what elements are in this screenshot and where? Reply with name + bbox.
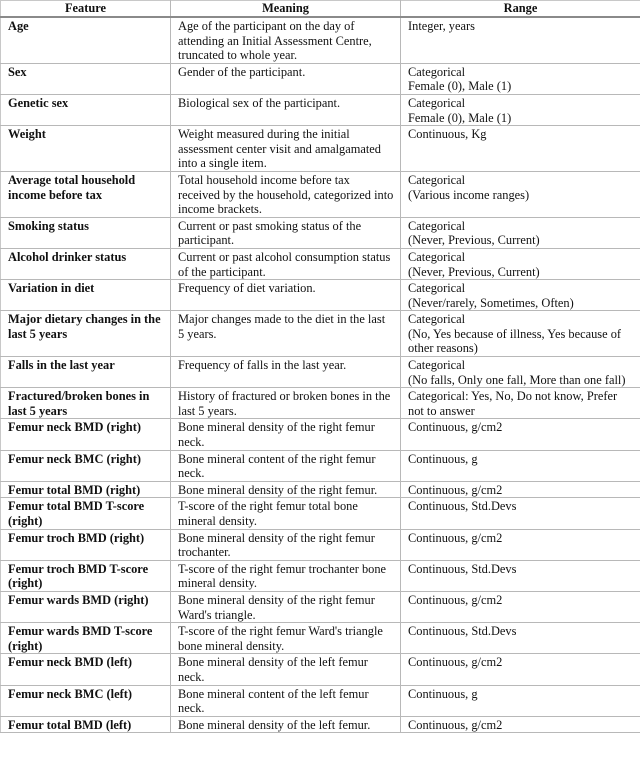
feature-cell: Smoking status — [0, 216, 171, 249]
range-cell: Categorical (Never/rarely, Sometimes, Of… — [400, 279, 640, 312]
range-cell: Continuous, g/cm2 — [400, 653, 640, 686]
table-row: Femur total BMD T-score (right) T-score o… — [0, 497, 640, 530]
feature-cell: Femur total BMD (left) — [0, 715, 171, 734]
feature-cell: Femur neck BMD (right) — [0, 418, 171, 451]
feature-cell: Fractured/broken bones in last 5 years — [0, 387, 171, 420]
range-cell: Integer, years — [400, 16, 640, 64]
table-row: Femur neck BMC (right) Bone mineral conte… — [0, 449, 640, 482]
feature-cell: Femur troch BMD T-score (right) — [0, 559, 171, 592]
meaning-cell: Weight measured during the initial asses… — [170, 125, 401, 172]
range-cell: Continuous, g/cm2 — [400, 480, 640, 499]
feature-cell: Femur wards BMD T-score (right) — [0, 622, 171, 655]
range-cell: Continuous, g/cm2 — [400, 590, 640, 624]
feature-cell: Age — [0, 16, 171, 64]
meaning-cell: Bone mineral density of the right femur. — [170, 480, 401, 499]
meaning-cell: Frequency of diet variation. — [170, 279, 401, 312]
header-row: Feature Meaning Range — [0, 0, 640, 18]
meaning-cell: T-score of the right femur total bone mi… — [170, 497, 401, 530]
range-cell: Categorical (Various income ranges) — [400, 170, 640, 218]
table-row: Femur troch BMD T-score (right) T-score o… — [0, 559, 640, 592]
meaning-cell: Current or past alcohol consumption stat… — [170, 247, 401, 281]
meaning-cell: T-score of the right femur Ward's triang… — [170, 622, 401, 655]
feature-table: Feature Meaning Range Age Age of the part… — [0, 0, 640, 734]
table-row: Femur wards BMD (right) Bone mineral dens… — [0, 590, 640, 624]
feature-cell: Falls in the last year — [0, 356, 171, 389]
meaning-cell: T-score of the right femur trochanter bo… — [170, 559, 401, 592]
table-row: Age Age of the participant on the day of … — [0, 16, 640, 64]
feature-cell: Femur total BMD (right) — [0, 480, 171, 499]
feature-cell: Femur neck BMC (left) — [0, 684, 171, 717]
meaning-cell: Bone mineral content of the left femur n… — [170, 684, 401, 717]
range-cell: Categorical Female (0), Male (1) — [400, 93, 640, 127]
feature-cell: Variation in diet — [0, 279, 171, 312]
range-cell: Categorical (No falls, Only one fall, Mo… — [400, 356, 640, 389]
range-cell: Continuous, Kg — [400, 125, 640, 172]
table-row: Sex Gender of the participant. Categorical… — [0, 62, 640, 95]
table-row: Femur total BMD (left) Bone mineral densi… — [0, 715, 640, 734]
feature-cell: Alcohol drinker status — [0, 247, 171, 281]
table-row: Femur troch BMD (right) Bone mineral dens… — [0, 528, 640, 561]
range-cell: Continuous, Std.Devs — [400, 559, 640, 592]
feature-cell: Femur troch BMD (right) — [0, 528, 171, 561]
feature-cell: Major dietary changes in the last 5 year… — [0, 310, 171, 358]
table-row: Falls in the last year Frequency of falls… — [0, 356, 640, 389]
feature-cell: Weight — [0, 125, 171, 172]
table-row: Femur neck BMC (left) Bone mineral conten… — [0, 684, 640, 717]
table-row: Smoking status Current or past smoking st… — [0, 216, 640, 249]
feature-cell: Sex — [0, 62, 171, 95]
feature-cell: Femur neck BMD (left) — [0, 653, 171, 686]
range-cell: Categorical: Yes, No, Do not know, Prefe… — [400, 387, 640, 420]
meaning-cell: History of fractured or broken bones in … — [170, 387, 401, 420]
range-cell: Categorical Female (0), Male (1) — [400, 62, 640, 95]
table-row: Major dietary changes in the last 5 year… — [0, 310, 640, 358]
range-cell: Continuous, Std.Devs — [400, 622, 640, 655]
meaning-cell: Total household income before tax receiv… — [170, 170, 401, 218]
header-range: Range — [400, 0, 640, 18]
table-row: Variation in diet Frequency of diet varia… — [0, 279, 640, 312]
table-row: Femur wards BMD T-score (right) T-score o… — [0, 622, 640, 655]
table-row: Fractured/broken bones in last 5 years Hi… — [0, 387, 640, 420]
meaning-cell: Major changes made to the diet in the la… — [170, 310, 401, 358]
feature-cell: Genetic sex — [0, 93, 171, 127]
meaning-cell: Current or past smoking status of the pa… — [170, 216, 401, 249]
feature-cell: Average total household income before ta… — [0, 170, 171, 218]
table-row: Femur total BMD (right) Bone mineral dens… — [0, 480, 640, 499]
range-cell: Continuous, g/cm2 — [400, 528, 640, 561]
range-cell: Categorical (No, Yes because of illness,… — [400, 310, 640, 358]
range-cell: Continuous, g — [400, 684, 640, 717]
feature-cell: Femur neck BMC (right) — [0, 449, 171, 482]
meaning-cell: Bone mineral density of the right femur … — [170, 418, 401, 451]
table-row: Weight Weight measured during the initial… — [0, 125, 640, 172]
meaning-cell: Bone mineral content of the right femur … — [170, 449, 401, 482]
meaning-cell: Gender of the participant. — [170, 62, 401, 95]
meaning-cell: Frequency of falls in the last year. — [170, 356, 401, 389]
meaning-cell: Bone mineral density of the left femur. — [170, 715, 401, 734]
table-row: Alcohol drinker status Current or past al… — [0, 247, 640, 281]
range-cell: Continuous, g/cm2 — [400, 418, 640, 451]
table-row: Femur neck BMD (left) Bone mineral densit… — [0, 653, 640, 686]
range-cell: Categorical (Never, Previous, Current) — [400, 216, 640, 249]
meaning-cell: Biological sex of the participant. — [170, 93, 401, 127]
range-cell: Categorical (Never, Previous, Current) — [400, 247, 640, 281]
meaning-cell: Bone mineral density of the left femur n… — [170, 653, 401, 686]
meaning-cell: Bone mineral density of the right femur … — [170, 528, 401, 561]
feature-cell: Femur wards BMD (right) — [0, 590, 171, 624]
range-cell: Continuous, g — [400, 449, 640, 482]
header-feature: Feature — [0, 0, 171, 18]
table-row: Femur neck BMD (right) Bone mineral densi… — [0, 418, 640, 451]
table-body: Age Age of the participant on the day of … — [0, 16, 640, 734]
range-cell: Continuous, g/cm2 — [400, 715, 640, 734]
range-cell: Continuous, Std.Devs — [400, 497, 640, 530]
meaning-cell: Bone mineral density of the right femur … — [170, 590, 401, 624]
table-row: Genetic sex Biological sex of the partici… — [0, 93, 640, 127]
meaning-cell: Age of the participant on the day of att… — [170, 16, 401, 64]
feature-cell: Femur total BMD T-score (right) — [0, 497, 171, 530]
header-meaning: Meaning — [170, 0, 401, 18]
table-row: Average total household income before ta… — [0, 170, 640, 218]
